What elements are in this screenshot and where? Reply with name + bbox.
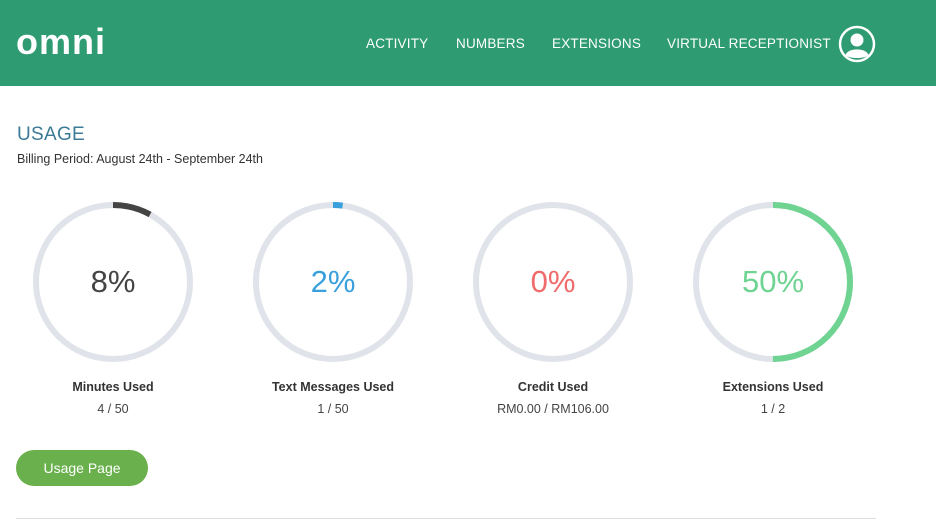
usage-page-button[interactable]: Usage Page <box>16 450 148 486</box>
divider <box>16 518 876 519</box>
user-avatar-icon[interactable] <box>838 25 876 63</box>
usage-title: USAGE <box>17 124 86 145</box>
gauge-credit: 0% Credit Used RM0.00 / RM106.00 <box>471 200 635 440</box>
gauge-value: 1 / 50 <box>317 402 349 416</box>
gauge-percent: 50% <box>741 264 805 299</box>
gauge-text-messages: 2% Text Messages Used 1 / 50 <box>251 200 415 440</box>
omni-logo[interactable]: omni <box>16 22 106 62</box>
gauge-value: 4 / 50 <box>97 402 129 416</box>
gauge-label: Extensions Used <box>722 380 824 394</box>
gauge-label: Minutes Used <box>72 380 154 394</box>
nav-activity[interactable]: ACTIVITY <box>366 36 428 52</box>
billing-period: Billing Period: August 24th - September … <box>17 152 263 166</box>
nav-numbers[interactable]: NUMBERS <box>456 36 525 52</box>
nav-extensions[interactable]: EXTENSIONS <box>552 36 641 52</box>
gauge-value: 1 / 2 <box>760 402 786 416</box>
gauge-minutes: 8% Minutes Used 4 / 50 <box>31 200 195 440</box>
gauge-percent: 8% <box>90 264 136 299</box>
gauge-label: Credit Used <box>517 380 589 394</box>
gauge-value: RM0.00 / RM106.00 <box>497 402 609 416</box>
gauge-percent: 2% <box>310 264 356 299</box>
gauge-label: Text Messages Used <box>271 380 395 394</box>
gauge-extensions: 50% Extensions Used 1 / 2 <box>691 200 855 440</box>
top-nav-bar: omni ACTIVITY NUMBERS EXTENSIONS VIRTUAL… <box>0 0 936 86</box>
nav-virtual-receptionist[interactable]: VIRTUAL RECEPTIONIST <box>667 36 831 52</box>
gauge-percent: 0% <box>530 264 576 299</box>
